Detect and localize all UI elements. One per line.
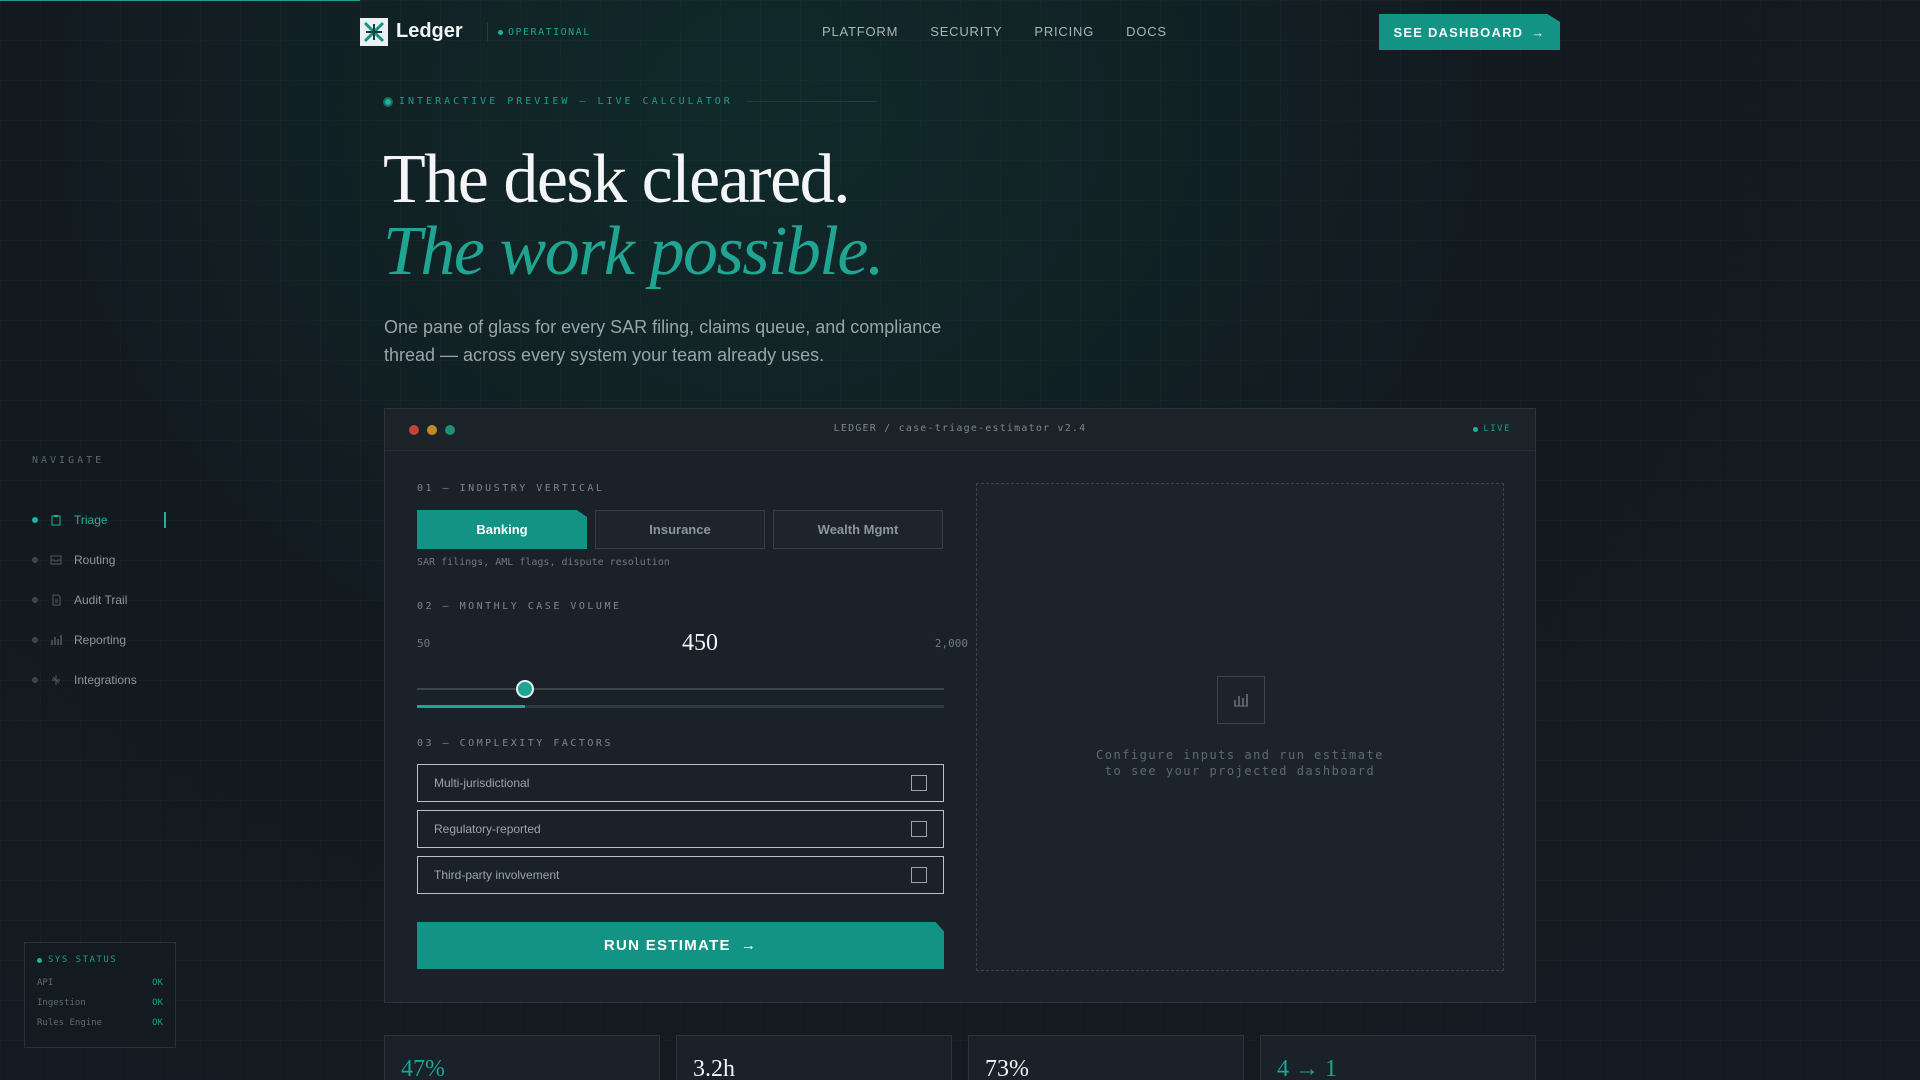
arrow-right-icon: →: [740, 937, 758, 954]
hero-title-line2: The work possible.: [383, 213, 884, 290]
sidebar-nav: Triage Routing Audit Trail Reporting Int…: [32, 500, 166, 700]
nav-docs[interactable]: DOCS: [1126, 24, 1167, 39]
document-icon: [50, 594, 62, 606]
live-dot-icon: [1473, 426, 1479, 432]
stat-card: 73%: [968, 1035, 1244, 1080]
sys-status-name: Rules Engine: [37, 1018, 103, 1028]
nav-pricing[interactable]: PRICING: [1034, 24, 1094, 39]
hero-eyebrow: INTERACTIVE PREVIEW — LIVE CALCULATOR: [383, 96, 877, 107]
tab-wealth-mgmt[interactable]: Wealth Mgmt: [773, 510, 943, 549]
sys-status-row: Rules Engine OK: [37, 1013, 163, 1033]
sidebar-item-audit-trail[interactable]: Audit Trail: [32, 580, 166, 620]
sys-status-title: SYS STATUS: [37, 955, 163, 965]
top-accent-line: [0, 0, 360, 1]
sys-status-label: SYS STATUS: [48, 955, 118, 965]
status-dot-icon: [37, 957, 42, 963]
estimator-panel: LEDGER / case-triage-estimator v2.4 LIVE…: [384, 408, 1536, 1003]
sidebar-item-label: Reporting: [74, 633, 127, 647]
live-label: LIVE: [1483, 424, 1511, 434]
site-header: Ledger OPERATIONAL PLATFORM SECURITY PRI…: [360, 14, 1560, 50]
sidebar-label: NAVIGATE: [32, 455, 105, 466]
factor-checkbox[interactable]: [911, 775, 927, 791]
sys-status-value: OK: [152, 1018, 163, 1028]
bar-chart-icon: [50, 634, 62, 646]
main-nav: PLATFORM SECURITY PRICING DOCS: [822, 24, 1167, 39]
industry-hint: SAR filings, AML flags, dispute resoluti…: [417, 557, 670, 568]
sidebar-item-label: Audit Trail: [74, 593, 128, 607]
sidebar-item-label: Routing: [74, 553, 116, 567]
section-volume-label: 02 — MONTHLY CASE VOLUME: [417, 601, 622, 612]
bar-chart-icon: [1217, 676, 1265, 724]
status-dot-icon: [498, 29, 503, 35]
see-dashboard-button[interactable]: SEE DASHBOARD →: [1379, 14, 1560, 50]
industry-tabs: Banking Insurance Wealth Mgmt: [417, 510, 943, 549]
preview-line1: Configure inputs and run estimate: [1096, 748, 1384, 762]
sys-status-row: API OK: [37, 973, 163, 993]
sys-status-card: SYS STATUS API OK Ingestion OK Rules Eng…: [24, 942, 176, 1048]
hero-title-line1: The desk cleared.: [383, 141, 851, 218]
active-indicator: [164, 512, 166, 528]
sys-status-name: API: [37, 978, 54, 988]
estimate-preview: Configure inputs and run estimate to see…: [976, 483, 1504, 971]
operational-status-label: OPERATIONAL: [508, 26, 591, 38]
sidebar-bullet: [32, 637, 38, 643]
volume-slider-thumb[interactable]: [516, 680, 535, 698]
panel-title: LEDGER / case-triage-estimator v2.4: [833, 423, 1087, 434]
nav-platform[interactable]: PLATFORM: [822, 24, 898, 39]
sidebar-item-label: Triage: [74, 513, 108, 527]
plug-icon: [50, 674, 62, 686]
sys-status-row: Ingestion OK: [37, 993, 163, 1013]
volume-value: 450: [682, 630, 718, 656]
run-estimate-label: RUN ESTIMATE: [603, 937, 731, 954]
logo-icon[interactable]: [360, 18, 388, 46]
live-indicator: LIVE: [1473, 424, 1511, 434]
sys-status-value: OK: [152, 998, 163, 1008]
sidebar-item-routing[interactable]: Routing: [32, 540, 166, 580]
factor-label: Third-party involvement: [434, 868, 560, 882]
sys-status-value: OK: [152, 978, 163, 988]
sidebar-bullet: [32, 677, 38, 683]
factor-checkbox[interactable]: [911, 821, 927, 837]
inbox-icon: [50, 554, 62, 566]
sidebar-item-label: Integrations: [74, 673, 137, 687]
eyebrow-dot-icon: [383, 96, 393, 107]
factor-label: Multi-jurisdictional: [434, 776, 530, 790]
sidebar-bullet: [32, 597, 38, 603]
preview-message: Configure inputs and run estimate to see…: [977, 747, 1503, 779]
tab-insurance[interactable]: Insurance: [595, 510, 765, 549]
see-dashboard-label: SEE DASHBOARD: [1393, 24, 1524, 40]
factor-regulatory-reported[interactable]: Regulatory-reported: [417, 810, 944, 848]
nav-security[interactable]: SECURITY: [930, 24, 1002, 39]
brand-name[interactable]: Ledger: [396, 20, 463, 43]
operational-status: OPERATIONAL: [487, 23, 591, 41]
sys-status-name: Ingestion: [37, 998, 86, 1008]
section-complexity-label: 03 — COMPLEXITY FACTORS: [417, 738, 613, 749]
factor-label: Regulatory-reported: [434, 822, 541, 836]
sidebar-bullet: [32, 517, 38, 523]
clipboard-icon: [50, 514, 62, 526]
run-estimate-button[interactable]: RUN ESTIMATE →: [417, 922, 944, 969]
factor-multi-jurisdictional[interactable]: Multi-jurisdictional: [417, 764, 944, 802]
panel-titlebar: LEDGER / case-triage-estimator v2.4 LIVE: [385, 409, 1535, 451]
stat-card: 47%: [384, 1035, 660, 1080]
stat-card: 3.2h: [676, 1035, 952, 1080]
tab-banking[interactable]: Banking: [417, 510, 587, 549]
sidebar-item-integrations[interactable]: Integrations: [32, 660, 166, 700]
factor-third-party[interactable]: Third-party involvement: [417, 856, 944, 894]
eyebrow-label: INTERACTIVE PREVIEW — LIVE CALCULATOR: [399, 96, 733, 107]
preview-line2: to see your projected dashboard: [1104, 764, 1376, 778]
stat-card: 4 → 1: [1260, 1035, 1536, 1080]
hero-lede: One pane of glass for every SAR filing, …: [384, 317, 942, 365]
volume-slider-track[interactable]: [417, 688, 944, 690]
arrow-right-icon: →: [1531, 24, 1546, 40]
sidebar-item-reporting[interactable]: Reporting: [32, 620, 166, 660]
factor-checkbox[interactable]: [911, 867, 927, 883]
eyebrow-divider: [746, 101, 877, 102]
volume-progress-fill: [417, 705, 526, 708]
sidebar-bullet: [32, 557, 38, 563]
sidebar-item-triage[interactable]: Triage: [32, 500, 166, 540]
section-industry-label: 01 — INDUSTRY VERTICAL: [417, 483, 605, 494]
volume-max: 2,000: [934, 637, 968, 650]
